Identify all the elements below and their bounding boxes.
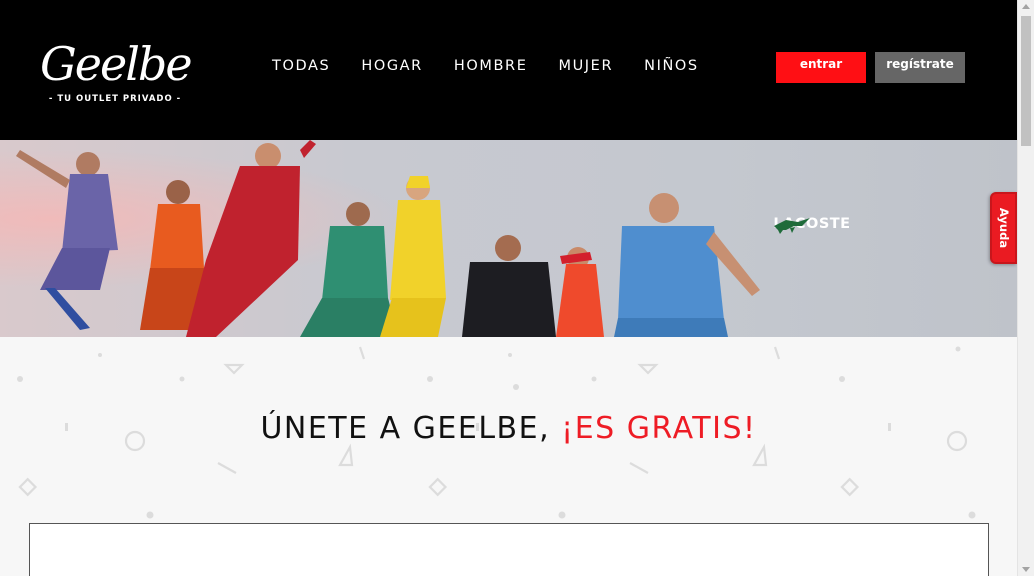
register-button[interactable]: regístrate (875, 52, 965, 83)
help-tab[interactable]: Ayuda (990, 192, 1017, 264)
crocodile-icon (774, 218, 810, 234)
page: Geelbe - TU OUTLET PRIVADO - TODAS HOGAR… (0, 0, 1034, 576)
join-title: ÚNETE A GEELBE, ¡ES GRATIS! (0, 411, 1017, 446)
signup-form-box (29, 523, 989, 576)
logo-wordmark: Geelbe (40, 37, 193, 91)
join-title-main: ÚNETE A GEELBE, (260, 411, 562, 446)
join-title-highlight: ¡ES GRATIS! (561, 411, 757, 446)
hero-banner[interactable]: LACOSTE (0, 140, 1017, 337)
hero-photo (0, 140, 1017, 337)
nav-item-todas[interactable]: TODAS (272, 58, 330, 74)
lacoste-brand[interactable]: LACOSTE (772, 214, 852, 234)
help-label: Ayuda (996, 207, 1011, 249)
scroll-up-arrow-icon[interactable] (1022, 4, 1030, 9)
scroll-thumb[interactable] (1021, 16, 1031, 146)
main-nav: TODAS HOGAR HOMBRE MUJER NIÑOS (272, 58, 730, 74)
logo-tagline: - TU OUTLET PRIVADO - (48, 94, 182, 104)
nav-item-ninos[interactable]: NIÑOS (644, 58, 699, 74)
login-button[interactable]: entrar (776, 52, 866, 83)
site-header: Geelbe - TU OUTLET PRIVADO - TODAS HOGAR… (0, 0, 1017, 140)
vertical-scrollbar[interactable] (1017, 0, 1034, 576)
scroll-down-arrow-icon[interactable] (1022, 567, 1030, 572)
geelbe-logo[interactable]: Geelbe - TU OUTLET PRIVADO - (40, 36, 193, 110)
nav-item-hogar[interactable]: HOGAR (361, 58, 423, 74)
join-section: ÚNETE A GEELBE, ¡ES GRATIS! (0, 337, 1017, 576)
nav-item-hombre[interactable]: HOMBRE (454, 58, 528, 74)
nav-item-mujer[interactable]: MUJER (558, 58, 613, 74)
